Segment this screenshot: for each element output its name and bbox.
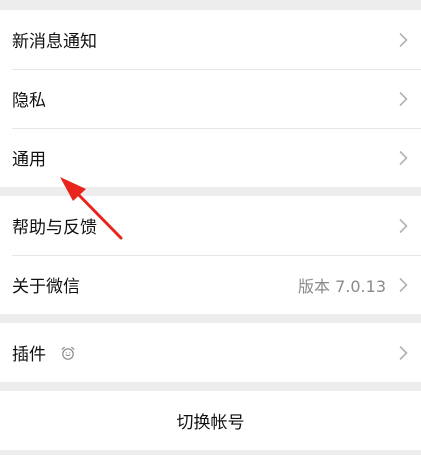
settings-item-new-message-notifications[interactable]: 新消息通知: [0, 10, 421, 69]
chevron-right-icon: [399, 218, 408, 233]
chevron-right-icon: [399, 91, 408, 106]
settings-item-label: 帮助与反馈: [12, 218, 97, 238]
settings-group-3: 插件: [0, 323, 421, 382]
settings-item-label: 新消息通知: [12, 32, 97, 52]
version-value: 版本 7.0.13: [298, 276, 386, 296]
group-gap: [0, 382, 421, 391]
settings-item-privacy[interactable]: 隐私: [0, 69, 421, 128]
chevron-right-icon: [399, 32, 408, 47]
chevron-right-icon: [399, 150, 408, 165]
settings-item-label: 通用: [12, 150, 46, 170]
settings-item-about-wechat[interactable]: 关于微信 版本 7.0.13: [0, 255, 421, 314]
group-gap: [0, 187, 421, 196]
switch-account-label: 切换帐号: [176, 413, 245, 433]
settings-item-general[interactable]: 通用: [0, 128, 421, 187]
group-gap: [0, 314, 421, 323]
chevron-right-icon: [399, 345, 408, 360]
settings-item-label: 关于微信: [12, 277, 80, 297]
switch-account-button[interactable]: 切换帐号: [0, 391, 421, 450]
settings-list: 新消息通知 隐私 通用 帮助与反馈 关于微信 版本 7.0.13 插件 切换帐号: [0, 0, 421, 450]
settings-group-1: 新消息通知 隐私 通用: [0, 10, 421, 187]
alarm-clock-icon: [61, 346, 75, 360]
chevron-right-icon: [399, 277, 408, 292]
settings-item-plugins[interactable]: 插件: [0, 323, 421, 382]
top-gap: [0, 0, 421, 10]
settings-item-help-feedback[interactable]: 帮助与反馈: [0, 196, 421, 255]
settings-item-label: 插件: [12, 345, 46, 365]
settings-group-2: 帮助与反馈 关于微信 版本 7.0.13: [0, 196, 421, 314]
settings-item-label: 隐私: [12, 91, 46, 111]
